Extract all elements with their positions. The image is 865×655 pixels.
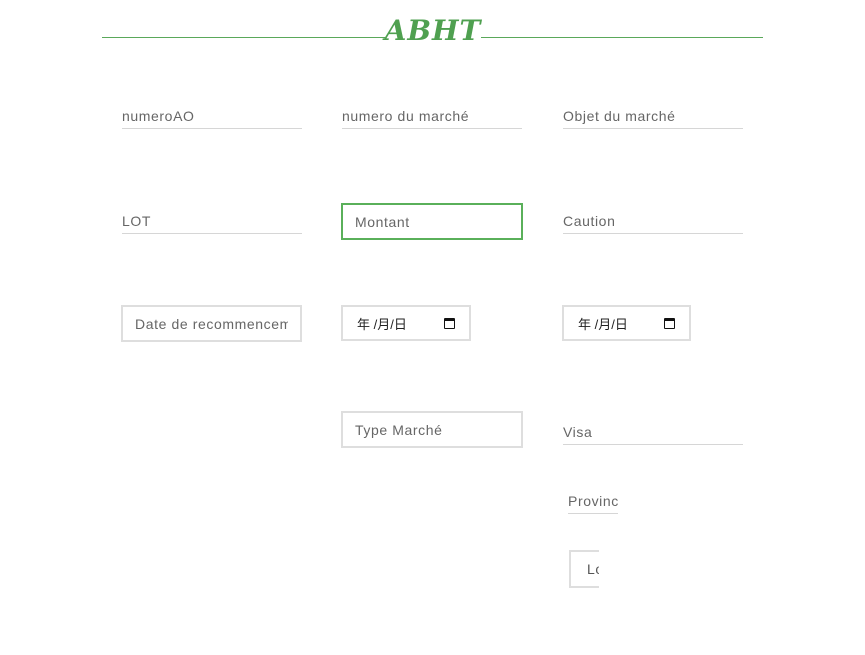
clipped-input-text: Lo bbox=[587, 561, 599, 577]
objet-marche-input[interactable] bbox=[563, 103, 743, 129]
date-recommencement-input[interactable] bbox=[121, 305, 302, 342]
montant-input[interactable] bbox=[341, 203, 523, 240]
date-input-1[interactable]: 年 /月/日 bbox=[341, 305, 471, 341]
numero-ao-input[interactable] bbox=[122, 103, 302, 129]
calendar-icon[interactable] bbox=[664, 317, 675, 329]
lot-input[interactable] bbox=[122, 208, 302, 234]
header-line-left bbox=[102, 37, 385, 38]
header-line-right bbox=[481, 37, 763, 38]
date-input-2[interactable]: 年 /月/日 bbox=[562, 305, 691, 341]
date-input-2-text: 年 /月/日 bbox=[578, 316, 628, 332]
province-input[interactable] bbox=[568, 488, 618, 514]
visa-input[interactable] bbox=[563, 419, 743, 445]
type-marche-input[interactable] bbox=[341, 411, 523, 448]
calendar-icon[interactable] bbox=[444, 317, 455, 329]
brand-logo: ABHT bbox=[384, 14, 482, 47]
clipped-input[interactable]: Lo bbox=[569, 550, 599, 588]
caution-input[interactable] bbox=[563, 208, 743, 234]
numero-marche-input[interactable] bbox=[342, 103, 522, 129]
date-input-1-text: 年 /月/日 bbox=[357, 316, 407, 332]
